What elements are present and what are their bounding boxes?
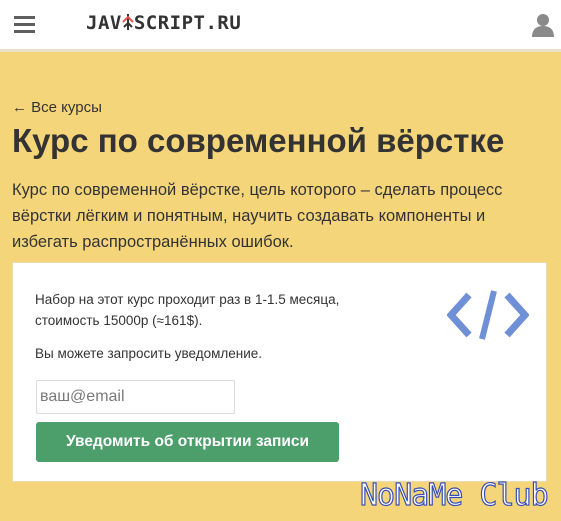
site-logo[interactable]: JAV SCRIPT.RU bbox=[86, 12, 241, 34]
top-bar: JAV SCRIPT.RU bbox=[0, 0, 561, 52]
watermark-logo: NoNaMe Club bbox=[359, 477, 549, 513]
logo-mark-icon bbox=[122, 13, 134, 31]
notify-button[interactable]: Уведомить об открытии записи bbox=[36, 422, 339, 462]
course-info-text: Набор на этот курс проходит раз в 1-1.5 … bbox=[35, 292, 340, 328]
course-description: Курс по современной вёрстке, цель которо… bbox=[12, 181, 503, 251]
hamburger-icon[interactable] bbox=[14, 16, 35, 33]
page-title: Курс по современной вёрстке bbox=[12, 122, 505, 159]
back-to-courses-link[interactable]: ← Все курсы bbox=[12, 99, 102, 116]
signup-card: Набор на этот курс проходит раз в 1-1.5 … bbox=[12, 262, 547, 482]
user-icon[interactable] bbox=[531, 13, 555, 37]
logo-text-suffix: SCRIPT.RU bbox=[133, 12, 242, 34]
email-input[interactable] bbox=[36, 380, 235, 414]
logo-text-prefix: JAV bbox=[86, 12, 122, 34]
notice-text: Вы можете запросить уведомление. bbox=[35, 346, 263, 361]
code-icon bbox=[446, 289, 530, 341]
